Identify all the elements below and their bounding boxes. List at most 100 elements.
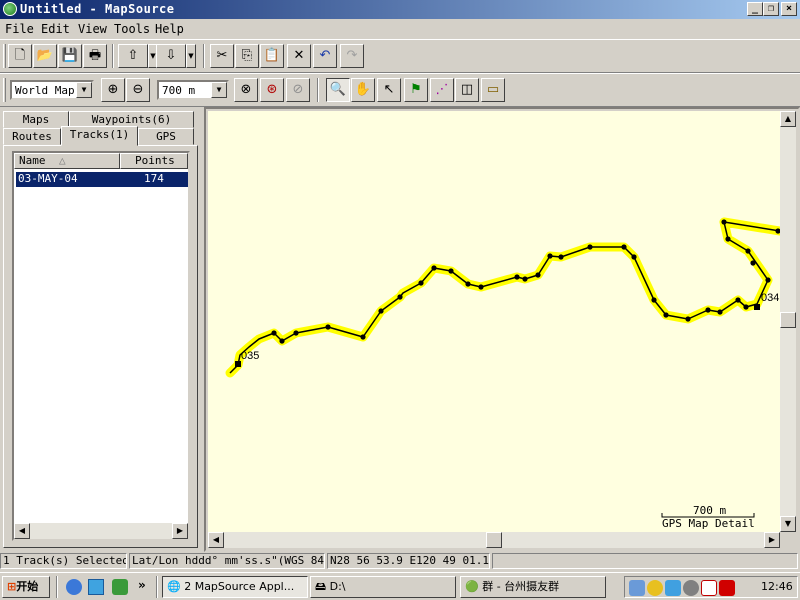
- status-cursor-position: N28 56 53.9 E120 49 01.1: [327, 553, 490, 569]
- scroll-right-icon[interactable]: ▶: [764, 532, 780, 548]
- window-title: Untitled - MapSource: [20, 2, 175, 16]
- column-name-header[interactable]: Name △: [14, 153, 120, 169]
- selection-arrow-tool-icon[interactable]: ↖: [377, 78, 401, 102]
- track-point: [418, 280, 424, 286]
- zoom-out-icon[interactable]: ⊖: [126, 78, 150, 102]
- start-button[interactable]: ⊞开始: [2, 576, 50, 598]
- find-binoculars-icon[interactable]: ⊗: [234, 78, 258, 102]
- map-detail-label: GPS Map Detail: [662, 517, 755, 530]
- waypoint-label-035: 035: [241, 350, 259, 362]
- delete-icon[interactable]: ✕: [287, 44, 311, 68]
- quick-launch-app-icon[interactable]: [112, 579, 128, 595]
- antivirus-icon[interactable]: [719, 580, 735, 596]
- map-canvas[interactable]: 035 034 700 m GPS Map Detail: [208, 111, 780, 532]
- taskbar: ⊞开始 » 🌐 2 MapSource Appl... 🖴 D:\ 🟢 群 - …: [0, 572, 800, 600]
- cut-icon[interactable]: ✂: [210, 44, 234, 68]
- zoom-tool-icon[interactable]: 🔍: [326, 78, 350, 102]
- paste-icon[interactable]: 📋: [260, 44, 284, 68]
- mapsource-app-icon[interactable]: [3, 2, 17, 16]
- track-point: [271, 330, 277, 336]
- security-icon[interactable]: [701, 580, 717, 596]
- minimize-button[interactable]: _: [747, 2, 763, 16]
- restore-button[interactable]: ❐: [763, 2, 779, 16]
- scroll-down-icon[interactable]: ▼: [780, 516, 796, 532]
- zoom-level-select[interactable]: 700 m ▼: [157, 80, 229, 100]
- find-nearby-icon[interactable]: ⊛: [260, 78, 284, 102]
- track-point: [325, 324, 331, 330]
- taskbar-qq-group[interactable]: 🟢 群 - 台州摄友群: [460, 576, 606, 598]
- status-selection: 1 Track(s) Selected: [0, 553, 127, 569]
- close-button[interactable]: ×: [781, 2, 797, 16]
- scroll-up-icon[interactable]: ▲: [780, 111, 796, 127]
- volume-icon[interactable]: [683, 580, 699, 596]
- clock[interactable]: 12:46: [761, 580, 793, 593]
- tracks-list[interactable]: Name △ Points 03-MAY-04 174 ◀ ▶: [12, 151, 190, 541]
- tab-tracks[interactable]: Tracks(1): [61, 126, 138, 146]
- scroll-left-icon[interactable]: ◀: [14, 523, 30, 539]
- map-product-select[interactable]: World Map ▼: [10, 80, 94, 100]
- chevron-down-icon[interactable]: ▼: [211, 82, 227, 98]
- status-empty: [492, 553, 798, 569]
- map-view[interactable]: 035 034 700 m GPS Map Detail: [208, 111, 780, 532]
- distance-ruler-tool-icon[interactable]: ▭: [481, 78, 505, 102]
- waypoint-flag-tool-icon[interactable]: ⚑: [404, 78, 428, 102]
- taskbar-mapsource[interactable]: 🌐 2 MapSource Appl...: [162, 576, 308, 598]
- vertical-scroll-thumb[interactable]: [780, 312, 796, 328]
- table-row[interactable]: 03-MAY-04 174: [16, 172, 188, 187]
- tab-maps[interactable]: Maps: [3, 111, 69, 128]
- taskbar-drive-d[interactable]: 🖴 D:\: [310, 576, 456, 598]
- menu-file[interactable]: File: [5, 22, 34, 36]
- menu-bar: File Edit View Tools Help: [0, 19, 800, 38]
- tab-gps[interactable]: GPS: [138, 128, 194, 145]
- scroll-left-icon[interactable]: ◀: [208, 532, 224, 548]
- menu-help[interactable]: Help: [155, 22, 184, 36]
- new-file-icon[interactable]: 🗋: [8, 44, 32, 68]
- undo-icon[interactable]: ↶: [313, 44, 337, 68]
- track-point: [621, 244, 627, 250]
- main-toolbar: 🗋 📂 💾 🖶 ⇧ ▼ ⇩ ▼ ✂ ⎘ 📋 ✕ ↶ ↷: [0, 39, 800, 73]
- menu-tools[interactable]: Tools: [114, 22, 150, 36]
- horizontal-scroll-thumb[interactable]: [486, 532, 502, 548]
- route-tool-icon[interactable]: ⋰: [430, 78, 454, 102]
- qq-penguin-icon[interactable]: [647, 580, 663, 596]
- find-places-icon[interactable]: ⊘: [286, 78, 310, 102]
- track-point: [279, 338, 285, 344]
- tab-routes[interactable]: Routes: [3, 128, 61, 145]
- save-icon[interactable]: 💾: [58, 44, 82, 68]
- receive-dropdown-icon[interactable]: ▼: [186, 44, 196, 68]
- receive-from-device-icon[interactable]: ⇩: [156, 44, 186, 68]
- track-point: [721, 219, 727, 225]
- scroll-corner: [780, 532, 796, 548]
- network-icon[interactable]: [629, 580, 645, 596]
- track-points: 174: [144, 172, 164, 185]
- toolbar-grip[interactable]: [3, 78, 6, 102]
- print-icon[interactable]: 🖶: [83, 44, 107, 68]
- internet-explorer-icon[interactable]: [66, 579, 82, 595]
- redo-icon[interactable]: ↷: [340, 44, 364, 68]
- hand-pan-tool-icon[interactable]: ✋: [351, 78, 375, 102]
- menu-edit[interactable]: Edit: [41, 22, 70, 36]
- chevron-down-icon[interactable]: ▼: [76, 82, 92, 98]
- show-desktop-icon[interactable]: [88, 579, 104, 595]
- toolbar-grip[interactable]: [3, 44, 6, 68]
- map-tool-icon[interactable]: ◫: [455, 78, 479, 102]
- track-point: [547, 253, 553, 259]
- track-point: [448, 268, 454, 274]
- system-tray: 12:46: [624, 576, 798, 598]
- track-point: [587, 244, 593, 250]
- menu-view[interactable]: View: [78, 22, 107, 36]
- zoom-in-icon[interactable]: ⊕: [101, 78, 125, 102]
- scroll-right-icon[interactable]: ▶: [172, 523, 188, 539]
- quick-launch-more-icon[interactable]: »: [138, 578, 146, 592]
- messenger-icon[interactable]: [665, 580, 681, 596]
- sort-ascending-icon: △: [59, 154, 66, 167]
- scale-label: 700 m: [693, 504, 726, 517]
- send-to-device-icon[interactable]: ⇧: [118, 44, 148, 68]
- waypoint-marker-034[interactable]: [754, 304, 760, 310]
- column-points-header[interactable]: Points: [120, 153, 188, 169]
- track-point: [293, 330, 299, 336]
- open-folder-icon[interactable]: 📂: [33, 44, 57, 68]
- track-point: [765, 277, 771, 283]
- track-point: [735, 297, 741, 303]
- copy-icon[interactable]: ⎘: [235, 44, 259, 68]
